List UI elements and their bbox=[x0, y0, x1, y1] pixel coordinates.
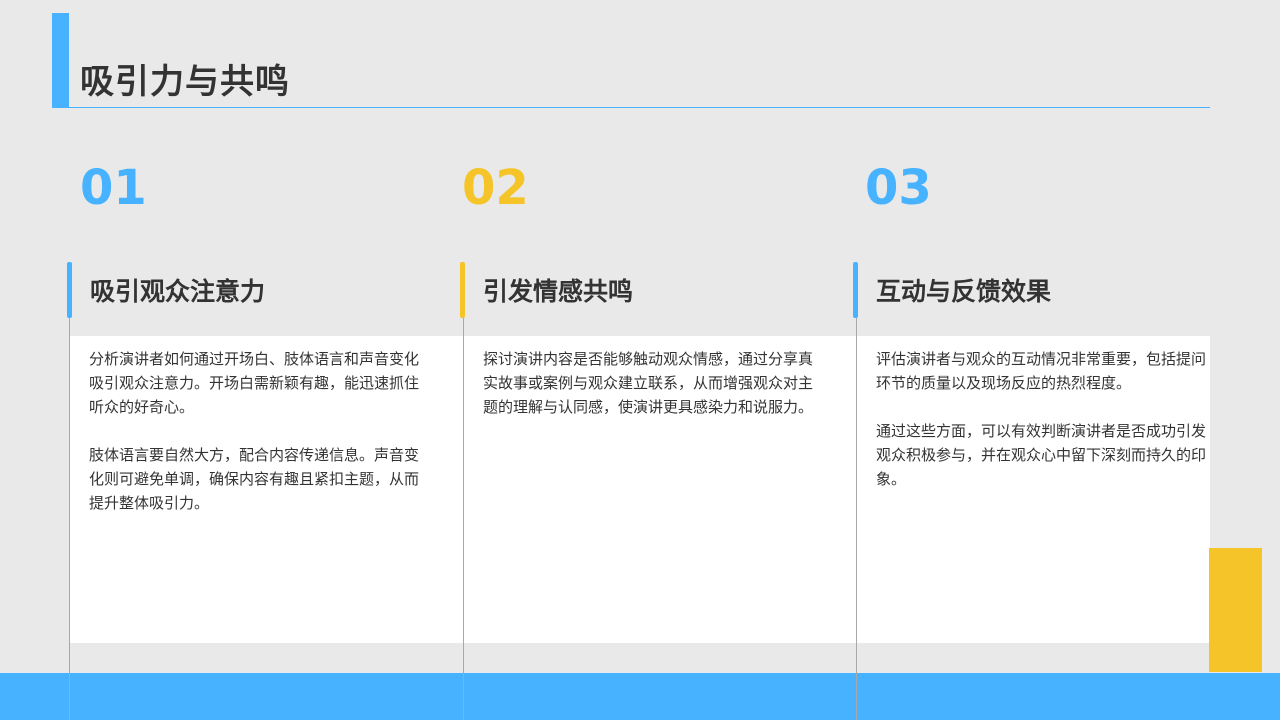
column-3-paragraph-1: 评估演讲者与观众的互动情况非常重要，包括提问环节的质量以及现场反应的热烈程度。 bbox=[876, 350, 1207, 392]
column-2-body: 探讨演讲内容是否能够触动观众情感，通过分享真实故事或案例与观众建立联系，从而增强… bbox=[483, 347, 813, 443]
slide: 吸引力与共鸣 01 吸引观众注意力 分析演讲者如何通过开场白、肢体语言和声音变化… bbox=[0, 0, 1280, 720]
column-3-paragraph-2: 通过这些方面，可以有效判断演讲者是否成功引发观众积极参与，并在观众心中留下深刻而… bbox=[876, 422, 1207, 488]
column-2-heading: 引发情感共鸣 bbox=[483, 277, 634, 306]
column-1-paragraph-1: 分析演讲者如何通过开场白、肢体语言和声音变化吸引观众注意力。开场白需新颖有趣，能… bbox=[89, 350, 420, 416]
column-1-body: 分析演讲者如何通过开场白、肢体语言和声音变化吸引观众注意力。开场白需新颖有趣，能… bbox=[89, 347, 419, 539]
column-1-number: 01 bbox=[80, 160, 147, 216]
title-accent-bar bbox=[52, 13, 69, 108]
column-1-accent-bar bbox=[67, 262, 72, 318]
column-3-number: 03 bbox=[865, 160, 932, 216]
column-1-paragraph-2: 肢体语言要自然大方，配合内容传递信息。声音变化则可避免单调，确保内容有趣且紧扣主… bbox=[89, 446, 420, 512]
column-2-number: 02 bbox=[462, 160, 529, 216]
slide-title: 吸引力与共鸣 bbox=[80, 62, 290, 102]
bottom-band bbox=[0, 673, 1280, 720]
decorative-yellow-block bbox=[1209, 548, 1262, 672]
column-2-paragraph-1: 探讨演讲内容是否能够触动观众情感，通过分享真实故事或案例与观众建立联系，从而增强… bbox=[483, 350, 814, 416]
column-divider-2 bbox=[463, 318, 464, 720]
column-3-body: 评估演讲者与观众的互动情况非常重要，包括提问环节的质量以及现场反应的热烈程度。 … bbox=[876, 347, 1206, 515]
title-underline bbox=[69, 107, 1210, 108]
column-divider-3 bbox=[856, 318, 857, 720]
column-3-heading: 互动与反馈效果 bbox=[876, 277, 1052, 306]
column-1-heading: 吸引观众注意力 bbox=[90, 277, 266, 306]
column-3-accent-bar bbox=[853, 262, 858, 318]
column-2-accent-bar bbox=[460, 262, 465, 318]
column-divider-1 bbox=[69, 318, 70, 720]
